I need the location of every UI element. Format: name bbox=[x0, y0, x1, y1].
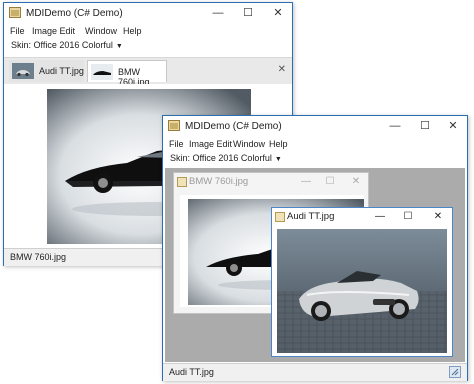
image-icon bbox=[177, 177, 187, 187]
maximize-icon[interactable]: ☐ bbox=[411, 118, 439, 134]
app-icon bbox=[168, 120, 180, 131]
menu-image-edit[interactable]: Image Edit bbox=[189, 139, 232, 149]
front-menu-bar: File Image Edit Window Help bbox=[163, 138, 467, 152]
tab-label: Audi TT.jpg bbox=[39, 66, 84, 76]
close-icon[interactable]: ✕ bbox=[428, 209, 448, 225]
window-title: MDIDemo (C# Demo) bbox=[26, 8, 123, 19]
menu-file[interactable]: File bbox=[10, 26, 25, 36]
app-icon bbox=[9, 7, 21, 18]
back-title-bar[interactable]: MDIDemo (C# Demo) — ☐ ✕ bbox=[4, 3, 292, 25]
maximize-icon[interactable]: ☐ bbox=[234, 5, 262, 21]
menu-image-edit[interactable]: Image Edit bbox=[32, 26, 75, 36]
status-text: Audi TT.jpg bbox=[169, 367, 214, 377]
menu-help[interactable]: Help bbox=[123, 26, 142, 36]
front-main-window: MDIDemo (C# Demo) — ☐ ✕ File Image Edit … bbox=[162, 115, 468, 381]
skin-dropdown[interactable]: Skin: Office 2016 Colorful ▼ bbox=[170, 153, 282, 163]
back-menu-bar: File Image Edit Window Help bbox=[4, 25, 292, 39]
close-icon[interactable]: ✕ bbox=[278, 64, 286, 75]
maximize-icon[interactable]: ☐ bbox=[398, 209, 418, 225]
chevron-down-icon: ▼ bbox=[274, 156, 282, 163]
tab-audi[interactable]: Audi TT.jpg bbox=[9, 60, 84, 82]
child-title: Audi TT.jpg bbox=[287, 211, 335, 222]
status-text: BMW 760i.jpg bbox=[10, 252, 67, 262]
front-title-bar[interactable]: MDIDemo (C# Demo) — ☐ ✕ bbox=[163, 116, 467, 138]
child-title-bar[interactable]: BMW 760i.jpg — ☐ ✕ bbox=[174, 173, 368, 192]
back-skin-bar: Skin: Office 2016 Colorful ▼ bbox=[4, 39, 292, 53]
menu-help[interactable]: Help bbox=[269, 139, 288, 149]
skin-label: Skin: Office 2016 Colorful bbox=[170, 153, 272, 163]
resize-grip-icon[interactable] bbox=[449, 366, 461, 378]
close-icon[interactable]: ✕ bbox=[439, 118, 467, 134]
chevron-down-icon: ▼ bbox=[115, 43, 123, 50]
bmw-thumbnail-icon bbox=[91, 64, 113, 80]
back-tab-bar: Audi TT.jpg BMW 760i.jpg ✕ bbox=[4, 57, 292, 87]
skin-label: Skin: Office 2016 Colorful bbox=[11, 40, 113, 50]
status-bar: Audi TT.jpg bbox=[163, 363, 467, 381]
skin-dropdown[interactable]: Skin: Office 2016 Colorful ▼ bbox=[11, 40, 123, 50]
menu-window[interactable]: Window bbox=[85, 26, 117, 36]
minimize-icon[interactable]: — bbox=[381, 118, 409, 134]
menu-file[interactable]: File bbox=[169, 139, 184, 149]
audi-image bbox=[277, 229, 447, 353]
child-title-bar[interactable]: Audi TT.jpg — ☐ ✕ bbox=[272, 208, 452, 227]
minimize-icon[interactable]: — bbox=[296, 174, 316, 190]
audi-thumbnail-icon bbox=[12, 63, 34, 79]
front-skin-bar: Skin: Office 2016 Colorful ▼ bbox=[163, 152, 467, 166]
minimize-icon[interactable]: — bbox=[204, 5, 232, 21]
window-title: MDIDemo (C# Demo) bbox=[185, 121, 282, 132]
close-icon[interactable]: ✕ bbox=[264, 5, 292, 21]
close-icon[interactable]: ✕ bbox=[346, 174, 366, 190]
maximize-icon[interactable]: ☐ bbox=[320, 174, 340, 190]
minimize-icon[interactable]: — bbox=[370, 209, 390, 225]
menu-window[interactable]: Window bbox=[233, 139, 265, 149]
child-title: BMW 760i.jpg bbox=[189, 176, 249, 187]
image-icon bbox=[275, 212, 285, 222]
child-window-audi[interactable]: Audi TT.jpg — ☐ ✕ bbox=[271, 207, 453, 357]
mdi-client-area: BMW 760i.jpg — ☐ ✕ Audi TT.jpg — ☐ ✕ bbox=[165, 168, 465, 362]
tab-bmw[interactable]: BMW 760i.jpg bbox=[87, 60, 167, 87]
